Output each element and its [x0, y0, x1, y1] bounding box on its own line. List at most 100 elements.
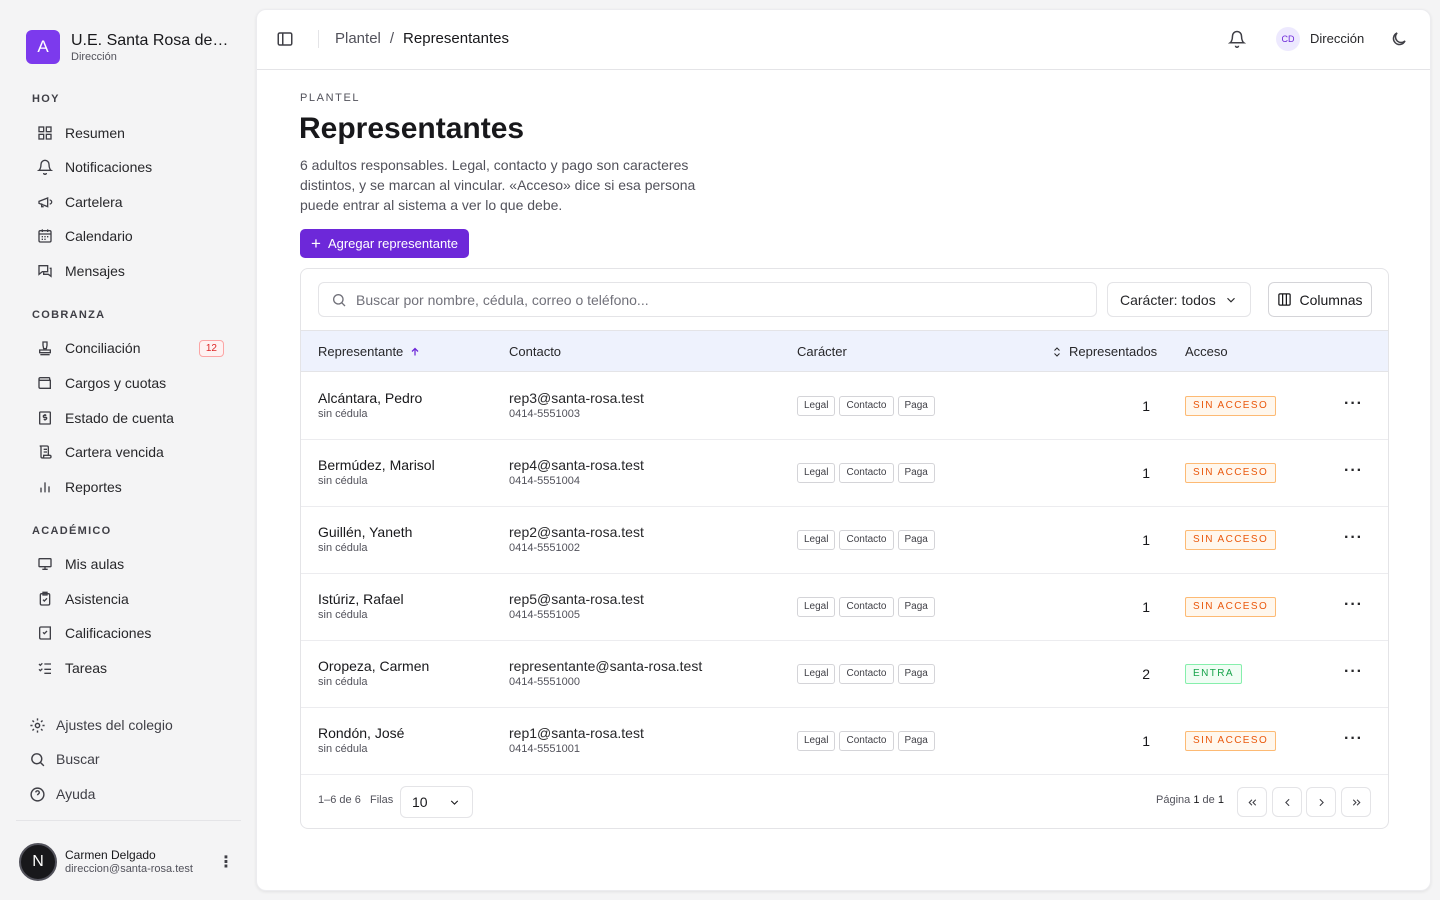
grid-icon	[36, 124, 54, 142]
more-horizontal-icon[interactable]: ···	[1344, 730, 1363, 748]
representative-name[interactable]: Guillén, Yaneth	[318, 524, 412, 541]
sidebar-item-asistencia[interactable]: Asistencia	[36, 585, 224, 613]
role-tag: Paga	[897, 664, 935, 684]
contact-cell: rep1@santa-rosa.test 0414-5551001	[509, 725, 644, 757]
sidebar-item-cartelera[interactable]: Cartelera	[36, 188, 224, 216]
plus-icon: +	[311, 233, 321, 253]
sidebar-toggle-icon[interactable]	[276, 30, 294, 48]
section-academico: ACADÉMICO	[32, 525, 112, 537]
sidebar-item-buscar[interactable]: Buscar	[28, 745, 100, 773]
brand-role: Dirección	[71, 51, 117, 63]
sidebar-item-notificaciones[interactable]: Notificaciones	[36, 153, 224, 181]
role-tag: Paga	[897, 530, 935, 550]
sidebar-item-mensajes[interactable]: Mensajes	[36, 257, 224, 285]
last-page-button[interactable]	[1341, 787, 1371, 817]
breadcrumb-plantel[interactable]: Plantel	[335, 30, 381, 47]
sidebar-item-cartera-vencida[interactable]: Cartera vencida	[36, 438, 224, 466]
contact-email: rep1@santa-rosa.test	[509, 725, 644, 741]
search-input[interactable]	[356, 291, 1056, 308]
representative-name[interactable]: Oropeza, Carmen	[318, 658, 429, 675]
next-page-button[interactable]	[1306, 787, 1336, 817]
more-horizontal-icon[interactable]: ···	[1344, 663, 1363, 681]
search-box[interactable]	[318, 282, 1097, 317]
sidebar-item-calendario[interactable]: Calendario	[36, 222, 224, 250]
representative-name[interactable]: Bermúdez, Marisol	[318, 457, 435, 474]
columns-icon	[1278, 293, 1292, 306]
more-horizontal-icon[interactable]: ···	[1344, 596, 1363, 614]
sidebar-item-calificaciones[interactable]: Calificaciones	[36, 619, 224, 647]
sidebar-item-ayuda[interactable]: Ayuda	[28, 780, 95, 808]
representative-cell: Istúriz, Rafael sin cédula	[318, 591, 404, 623]
bar-chart-icon	[36, 478, 54, 496]
role-tag: Legal	[797, 664, 836, 684]
prev-page-button[interactable]	[1272, 787, 1302, 817]
header-representados[interactable]: Representados	[1051, 344, 1157, 359]
character-filter-select[interactable]: Carácter: todos	[1107, 282, 1251, 317]
access-badge: SIN ACCESO	[1185, 530, 1277, 550]
sidebar-item-cargos[interactable]: Cargos y cuotas	[36, 369, 224, 397]
help-icon	[28, 785, 46, 803]
table-row[interactable]: Oropeza, Carmen sin cédula representante@s…	[301, 641, 1388, 708]
brand-logo: A	[26, 30, 60, 64]
role-tag: Legal	[797, 731, 836, 751]
brand[interactable]: A U.E. Santa Rosa de Lima Dirección	[26, 30, 231, 64]
chevron-right-icon	[1318, 798, 1324, 806]
contact-phone: 0414-5551003	[509, 408, 580, 420]
sidebar-item-tareas[interactable]: Tareas	[36, 654, 224, 682]
range-label: 1–6 de 6	[318, 794, 361, 806]
pagination: 1–6 de 6 Filas 10 Página 1 de 1	[301, 774, 1388, 828]
avatar[interactable]: CD	[1276, 27, 1300, 51]
section-cobranza: COBRANZA	[32, 309, 106, 321]
avatar: N	[19, 843, 57, 881]
top-user-label[interactable]: Dirección	[1310, 31, 1364, 46]
bell-icon[interactable]	[1227, 30, 1247, 48]
add-representative-button[interactable]: + Agregar representante	[300, 229, 470, 258]
more-vertical-icon[interactable]: ⋮	[218, 852, 234, 872]
user-menu[interactable]: N Carmen Delgado direccion@santa-rosa.te…	[19, 843, 234, 881]
role-tag: Paga	[897, 463, 935, 483]
representative-name[interactable]: Rondón, José	[318, 725, 404, 742]
representative-name[interactable]: Alcántara, Pedro	[318, 390, 422, 407]
sidebar-item-mis-aulas[interactable]: Mis aulas	[36, 550, 224, 578]
moon-icon[interactable]	[1390, 30, 1408, 48]
header-representante[interactable]: Representante	[318, 344, 421, 359]
more-horizontal-icon[interactable]: ···	[1344, 395, 1363, 413]
representative-cell: Alcántara, Pedro sin cédula	[318, 390, 422, 422]
table-row[interactable]: Alcántara, Pedro sin cédula rep3@santa-ros…	[301, 373, 1388, 440]
representative-id: sin cédula	[318, 743, 368, 755]
contact-email: rep2@santa-rosa.test	[509, 524, 644, 540]
breadcrumb-separator: /	[389, 30, 395, 47]
user-name: Carmen Delgado	[65, 848, 156, 862]
sidebar-item-reportes[interactable]: Reportes	[36, 473, 224, 501]
representative-id: sin cédula	[318, 475, 368, 487]
table-row[interactable]: Bermúdez, Marisol sin cédula rep4@santa-ro…	[301, 440, 1388, 507]
contact-cell: rep5@santa-rosa.test 0414-5551005	[509, 591, 644, 623]
columns-button[interactable]: Columnas	[1268, 282, 1372, 317]
first-page-button[interactable]	[1237, 787, 1267, 817]
more-horizontal-icon[interactable]: ···	[1344, 529, 1363, 547]
sidebar-item-conciliacion[interactable]: Conciliación 12	[36, 334, 224, 362]
role-tags: Legal Contacto Paga	[797, 396, 935, 416]
representative-name[interactable]: Istúriz, Rafael	[318, 591, 404, 608]
representatives-table-card: Carácter: todos Columnas Representante C…	[300, 268, 1389, 829]
sidebar-item-resumen[interactable]: Resumen	[36, 119, 224, 147]
table-row[interactable]: Rondón, José sin cédula rep1@santa-rosa.te…	[301, 708, 1388, 775]
sidebar-divider	[16, 820, 241, 821]
header-caracter: Carácter	[797, 344, 847, 359]
stamp-icon	[36, 339, 54, 357]
table-row[interactable]: Istúriz, Rafael sin cédula rep5@santa-rosa…	[301, 574, 1388, 641]
role-tag: Legal	[797, 530, 836, 550]
role-tag: Contacto	[839, 396, 894, 416]
more-horizontal-icon[interactable]: ···	[1344, 462, 1363, 480]
sidebar-item-ajustes[interactable]: Ajustes del colegio	[28, 711, 173, 739]
represented-count: 1	[1142, 532, 1150, 548]
chevrons-left-icon	[1247, 798, 1256, 806]
rows-per-page-select[interactable]: 10	[400, 786, 473, 818]
represented-count: 1	[1142, 733, 1150, 749]
access-badge: SIN ACCESO	[1185, 396, 1277, 416]
representative-cell: Oropeza, Carmen sin cédula	[318, 658, 429, 690]
sidebar-item-estado-cuenta[interactable]: Estado de cuenta	[36, 404, 224, 432]
table-row[interactable]: Guillén, Yaneth sin cédula rep2@santa-rosa…	[301, 507, 1388, 574]
role-tag: Contacto	[839, 731, 894, 751]
arrow-up-icon	[411, 347, 419, 355]
